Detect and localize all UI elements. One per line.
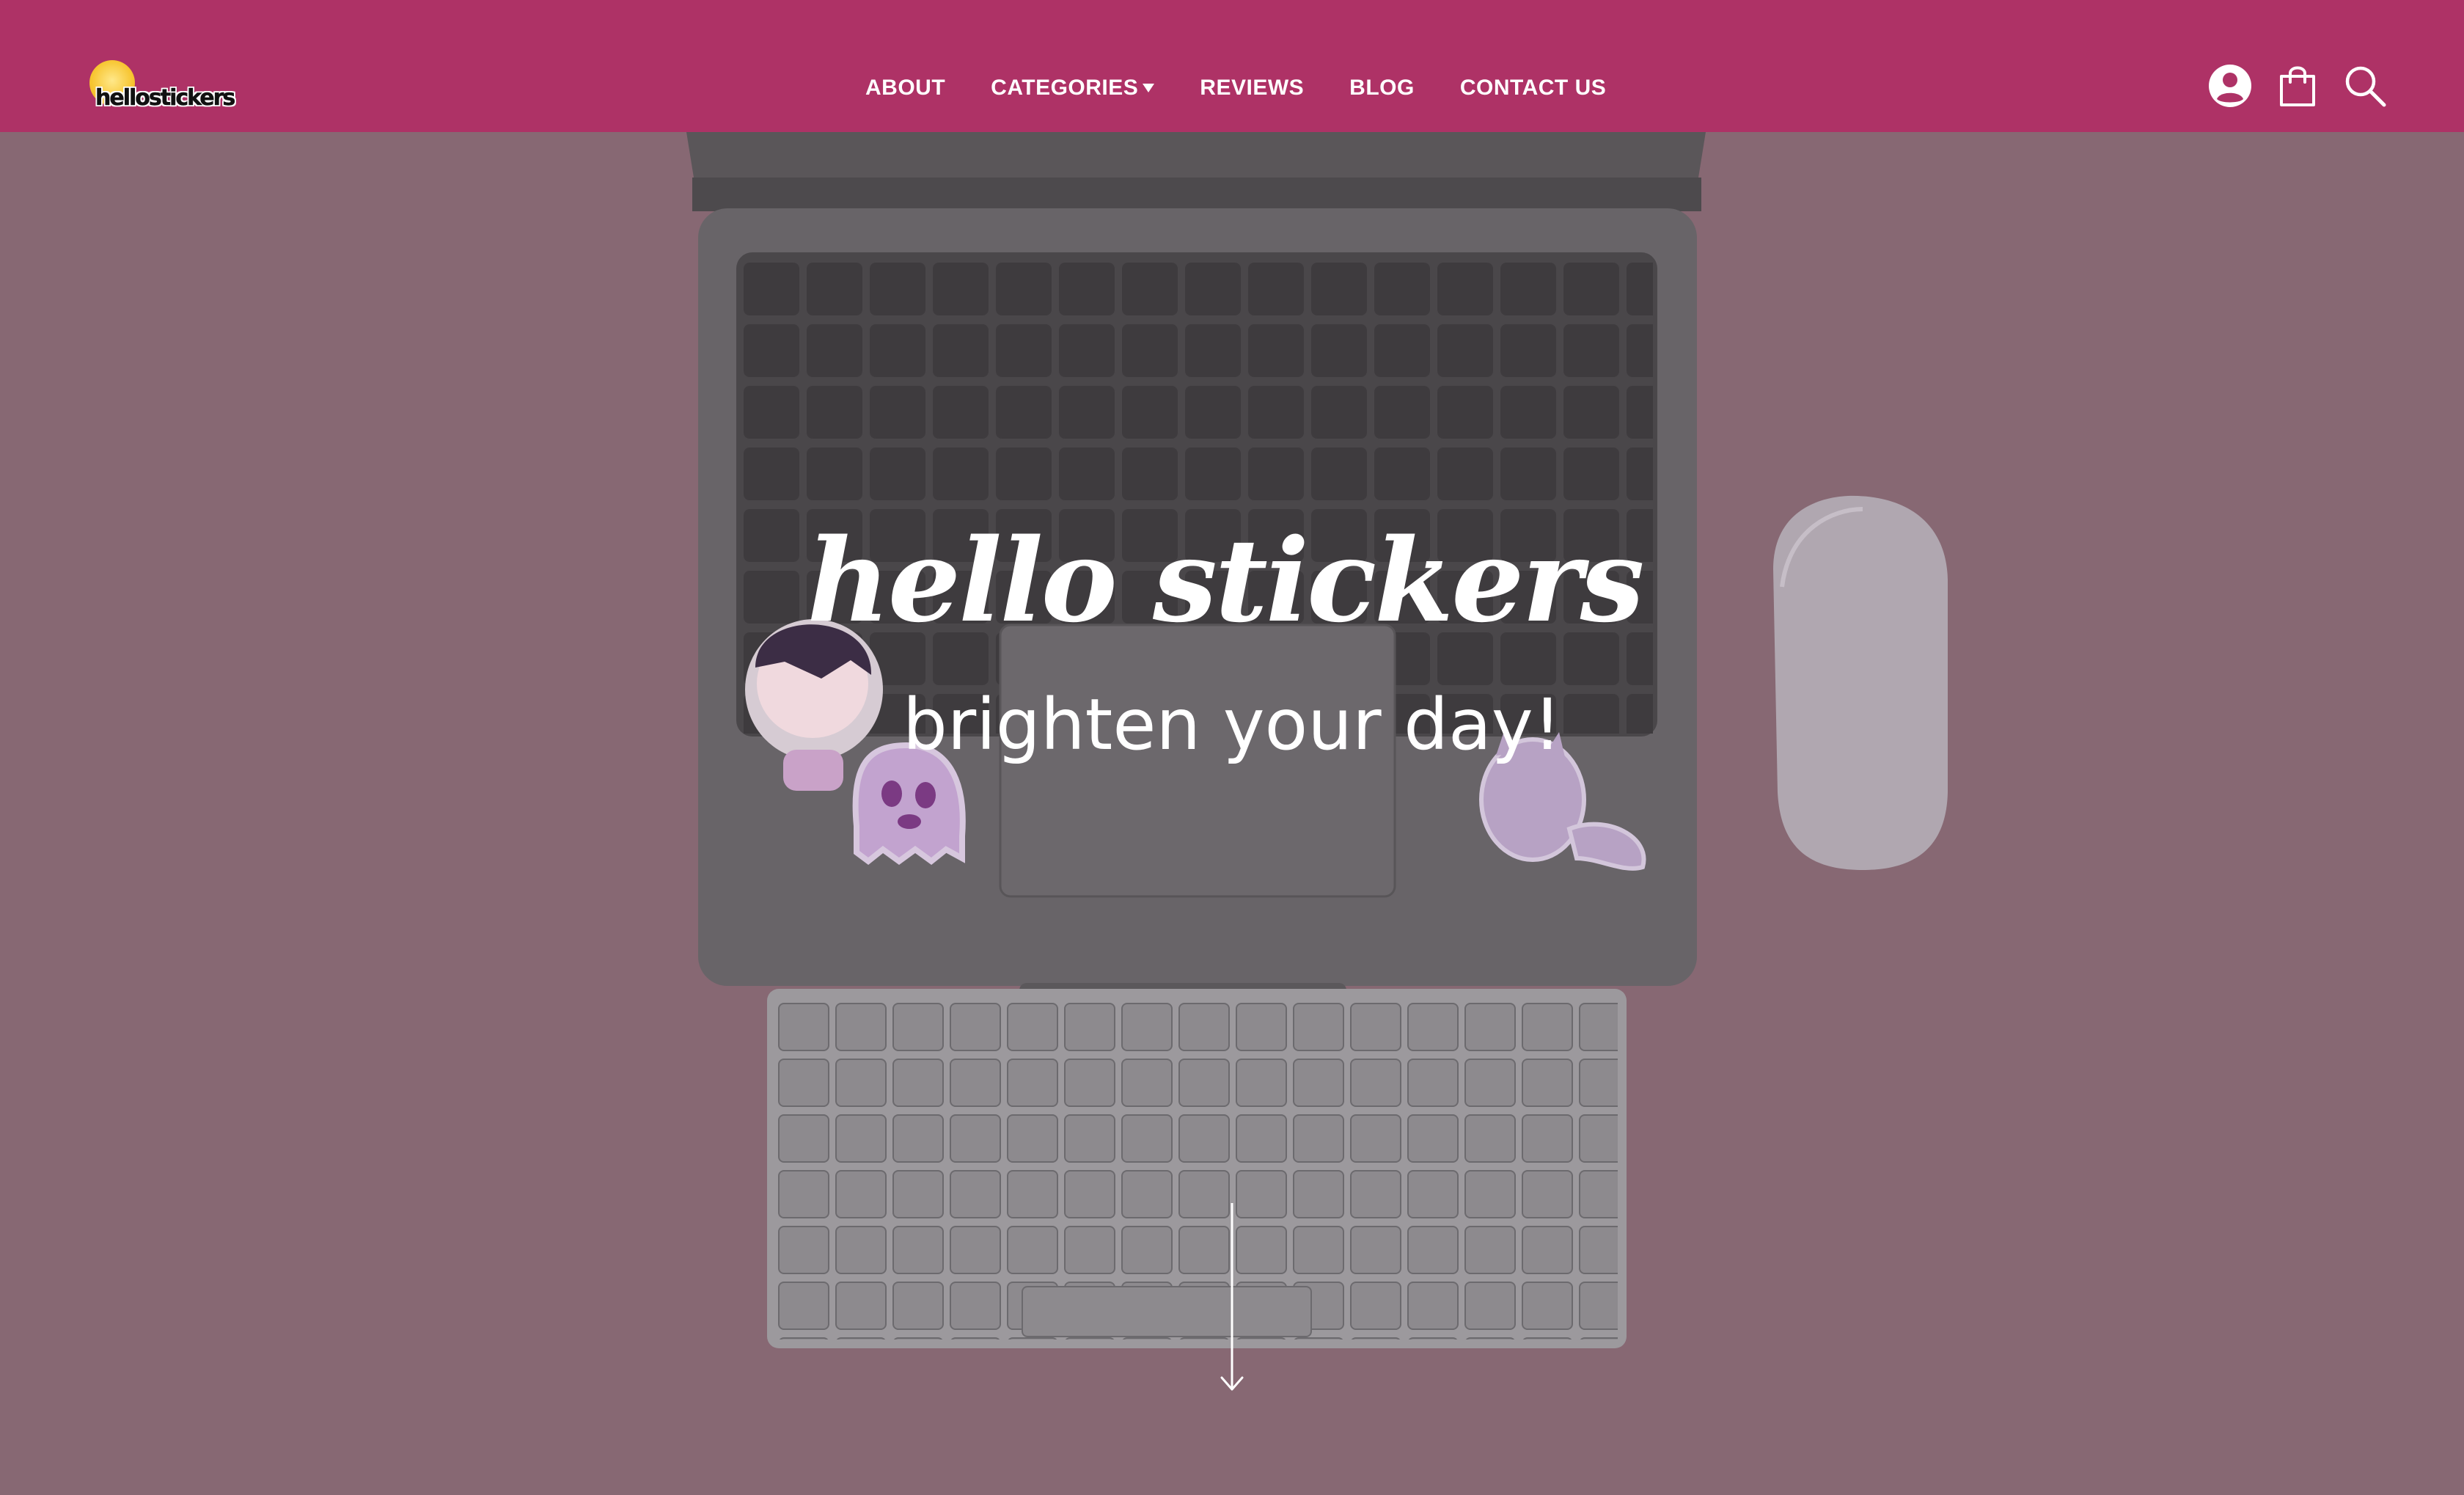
hero-section: hello stickers brighten your day! bbox=[0, 132, 2464, 1495]
hero-subtitle: brighten your day! bbox=[902, 684, 1562, 766]
nav-categories-label: CATEGORIES bbox=[991, 76, 1139, 100]
nav-about-label: ABOUT bbox=[865, 76, 946, 100]
page: hellostickers ABOUT CATEGORIES REVIEWS B… bbox=[0, 0, 2464, 1495]
header-actions bbox=[2207, 63, 2388, 109]
nav-blog-label: BLOG bbox=[1349, 76, 1415, 100]
arrow-down-icon[interactable] bbox=[1219, 1203, 1245, 1394]
main-nav: ABOUT CATEGORIES REVIEWS BLOG CONTACT US bbox=[865, 70, 1606, 106]
search-icon[interactable] bbox=[2342, 63, 2388, 109]
nav-categories[interactable]: CATEGORIES bbox=[991, 76, 1155, 100]
account-icon[interactable] bbox=[2207, 63, 2253, 109]
site-header: hellostickers ABOUT CATEGORIES REVIEWS B… bbox=[0, 0, 2464, 132]
nav-about[interactable]: ABOUT bbox=[865, 76, 945, 100]
hero-title: hello stickers bbox=[807, 513, 1644, 648]
nav-contact-us[interactable]: CONTACT US bbox=[1460, 76, 1606, 100]
nav-blog[interactable]: BLOG bbox=[1349, 76, 1415, 100]
caret-down-icon bbox=[1143, 84, 1155, 92]
shopping-bag-icon[interactable] bbox=[2275, 63, 2320, 109]
nav-contact-us-label: CONTACT US bbox=[1459, 76, 1607, 100]
nav-reviews-label: REVIEWS bbox=[1200, 76, 1305, 100]
logo-text: hellostickers bbox=[95, 85, 236, 112]
nav-reviews[interactable]: REVIEWS bbox=[1200, 76, 1304, 100]
logo[interactable]: hellostickers bbox=[87, 59, 236, 117]
